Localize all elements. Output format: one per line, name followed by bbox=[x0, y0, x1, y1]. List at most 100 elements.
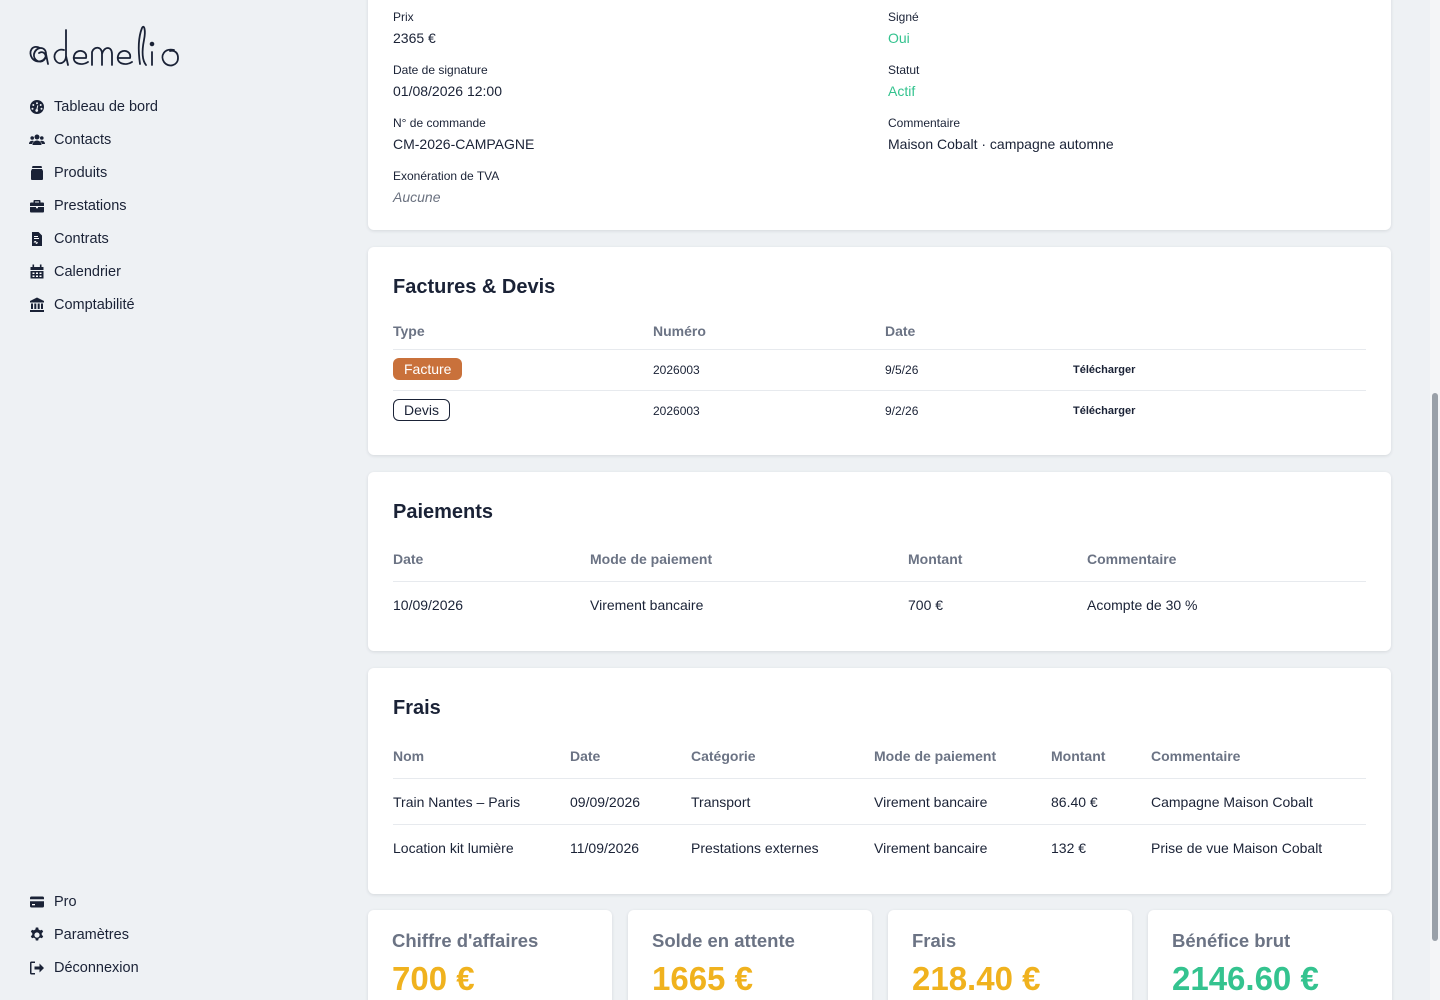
column-header-montant: Montant bbox=[1051, 748, 1106, 764]
stat-value: 1665 € bbox=[652, 960, 753, 997]
statut-value: Actif bbox=[888, 83, 916, 99]
facture-numero: 2026003 bbox=[653, 363, 700, 377]
sidebar-item-pro[interactable]: Pro bbox=[28, 885, 298, 918]
sidebar-item-contacts[interactable]: Contacts bbox=[28, 123, 298, 156]
row-divider bbox=[393, 390, 1366, 391]
sidebar-item-contrats[interactable]: Contrats bbox=[28, 222, 298, 255]
facture-badge: Facture bbox=[393, 358, 463, 380]
stat-value: 2146.60 € bbox=[1172, 960, 1319, 997]
scrollbar-thumb[interactable] bbox=[1432, 393, 1438, 941]
row-divider bbox=[393, 778, 1366, 779]
frais-commentaire: Prise de vue Maison Cobalt bbox=[1151, 840, 1323, 856]
paiement-date: 10/09/2026 bbox=[393, 597, 464, 613]
frais-mode: Virement bancaire bbox=[874, 794, 988, 810]
stat-frais: Frais 218.40 € bbox=[888, 910, 1132, 1000]
devis-date: 9/2/26 bbox=[885, 404, 919, 418]
prix-value: 2365 € bbox=[393, 30, 436, 46]
column-header-date: Date bbox=[570, 748, 601, 764]
date-signature-field: Date de signature 01/08/2026 12:00 bbox=[393, 63, 502, 99]
frais-categorie: Prestations externes bbox=[691, 840, 819, 856]
sidebar-item-tableau-de-bord[interactable]: Tableau de bord bbox=[28, 90, 298, 123]
column-header-commentaire: Commentaire bbox=[1087, 551, 1177, 567]
sidebar-bottom-nav: Pro Paramètres Déconnexion bbox=[28, 885, 298, 984]
sidebar-item-deconnexion[interactable]: Déconnexion bbox=[28, 951, 298, 984]
row-divider bbox=[393, 349, 1366, 350]
paiement-commentaire: Acompte de 30 % bbox=[1087, 597, 1198, 613]
facture-download-link[interactable]: Télécharger bbox=[1073, 364, 1135, 376]
frais-date: 09/09/2026 bbox=[570, 794, 641, 810]
box-icon bbox=[28, 164, 45, 181]
bank-icon bbox=[28, 296, 45, 313]
sidebar-item-label: Produits bbox=[54, 164, 108, 181]
date-signature-value: 01/08/2026 12:00 bbox=[393, 83, 502, 99]
column-header-type: Type bbox=[393, 323, 425, 339]
users-icon bbox=[28, 131, 45, 148]
paiements-card: Paiements Date Mode de paiement Montant … bbox=[368, 472, 1391, 651]
file-contract-icon bbox=[28, 230, 45, 247]
frais-nom: Train Nantes – Paris bbox=[393, 794, 521, 810]
column-header-date: Date bbox=[393, 551, 424, 567]
sidebar-item-label: Paramètres bbox=[54, 926, 129, 943]
column-header-mode: Mode de paiement bbox=[874, 748, 997, 764]
sidebar-item-label: Prestations bbox=[54, 197, 127, 214]
prix-field: Prix 2365 € bbox=[393, 10, 436, 46]
devis-badge: Devis bbox=[393, 399, 451, 421]
paiement-mode: Virement bancaire bbox=[590, 597, 704, 613]
tva-value: Aucune bbox=[393, 189, 441, 205]
frais-title: Frais bbox=[393, 697, 441, 719]
sidebar-item-label: Contrats bbox=[54, 230, 109, 247]
facture-date: 9/5/26 bbox=[885, 363, 919, 377]
devis-download-link[interactable]: Télécharger bbox=[1073, 405, 1135, 417]
column-header-categorie: Catégorie bbox=[691, 748, 756, 764]
stat-label: Frais bbox=[912, 930, 957, 951]
frais-date: 11/09/2026 bbox=[570, 840, 640, 856]
frais-card: Frais Nom Date Catégorie Mode de paiemen… bbox=[368, 668, 1391, 894]
frais-categorie: Transport bbox=[691, 794, 751, 810]
sidebar-nav: Tableau de bord Contacts Produits Presta… bbox=[28, 90, 298, 321]
commande-field: N° de commande CM-2026-CAMPAGNE bbox=[393, 116, 534, 152]
stat-value: 218.40 € bbox=[912, 960, 1041, 997]
sidebar-item-label: Déconnexion bbox=[54, 959, 139, 976]
gear-icon bbox=[28, 926, 45, 943]
stat-benefice-brut: Bénéfice brut 2146.60 € bbox=[1148, 910, 1392, 1000]
frais-mode: Virement bancaire bbox=[874, 840, 988, 856]
sidebar-item-calendrier[interactable]: Calendrier bbox=[28, 255, 298, 288]
column-header-numero: Numéro bbox=[653, 323, 706, 339]
factures-title: Factures & Devis bbox=[393, 276, 556, 298]
signe-value: Oui bbox=[888, 30, 910, 46]
row-divider bbox=[393, 824, 1366, 825]
sidebar-item-comptabilite[interactable]: Comptabilité bbox=[28, 288, 298, 321]
sidebar-item-label: Tableau de bord bbox=[54, 98, 158, 115]
frais-montant: 132 € bbox=[1051, 840, 1087, 856]
credit-card-icon bbox=[28, 893, 45, 910]
statut-field: Statut Actif bbox=[888, 63, 919, 99]
column-header-mode: Mode de paiement bbox=[590, 551, 713, 567]
sidebar-item-label: Pro bbox=[54, 893, 77, 910]
demelio-logo[interactable] bbox=[26, 20, 226, 72]
paiement-montant: 700 € bbox=[908, 597, 944, 613]
sidebar-item-parametres[interactable]: Paramètres bbox=[28, 918, 298, 951]
calendar-icon bbox=[28, 263, 45, 280]
row-divider bbox=[393, 581, 1366, 582]
prix-label: Prix bbox=[393, 10, 414, 24]
sidebar: Tableau de bord Contacts Produits Presta… bbox=[0, 0, 320, 1000]
frais-nom: Location kit lumière bbox=[393, 840, 514, 856]
column-header-nom: Nom bbox=[393, 748, 425, 764]
column-header-date: Date bbox=[885, 323, 916, 339]
sidebar-item-produits[interactable]: Produits bbox=[28, 156, 298, 189]
tva-label: Exonération de TVA bbox=[393, 169, 500, 183]
factures-devis-card: Factures & Devis Type Numéro Date Factur… bbox=[368, 247, 1391, 455]
frais-montant: 86.40 € bbox=[1051, 794, 1098, 810]
sign-out-icon bbox=[28, 959, 45, 976]
column-header-montant: Montant bbox=[908, 551, 963, 567]
tva-field: Exonération de TVA Aucune bbox=[393, 169, 499, 205]
signe-label: Signé bbox=[888, 10, 919, 24]
paiements-title: Paiements bbox=[393, 501, 494, 523]
frais-commentaire: Campagne Maison Cobalt bbox=[1151, 794, 1313, 810]
statut-label: Statut bbox=[888, 63, 920, 77]
commande-value: CM-2026-CAMPAGNE bbox=[393, 136, 535, 152]
commentaire-label: Commentaire bbox=[888, 116, 961, 130]
stat-label: Bénéfice brut bbox=[1172, 930, 1291, 951]
main-content: Prix 2365 € Date de signature 01/08/2026… bbox=[320, 0, 1430, 1000]
sidebar-item-prestations[interactable]: Prestations bbox=[28, 189, 298, 222]
